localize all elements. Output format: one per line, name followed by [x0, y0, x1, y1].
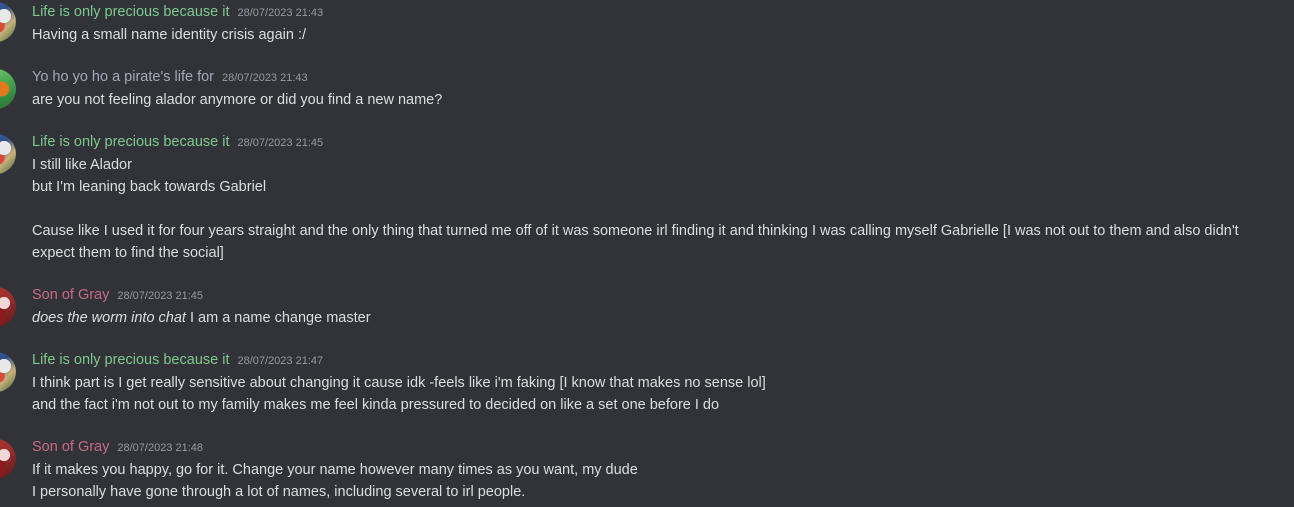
message-header: Life is only precious because it 28/07/2… [32, 4, 323, 20]
message-text: I think part is I get really sensitive a… [32, 375, 766, 391]
message-text: are you not feeling alador anymore or di… [32, 92, 443, 108]
avatar[interactable] [0, 287, 16, 327]
message-text: If it makes you happy, go for it. Change… [32, 462, 638, 478]
author-name[interactable]: Life is only precious because it [32, 4, 229, 20]
timestamp: 28/07/2023 21:43 [237, 7, 324, 19]
message-text: Having a small name identity crisis agai… [32, 27, 307, 43]
avatar[interactable] [0, 439, 16, 479]
author-name[interactable]: Son of Gray [32, 287, 109, 303]
timestamp: 28/07/2023 21:48 [117, 442, 204, 454]
avatar[interactable] [0, 69, 16, 109]
chat-messages: Life is only precious because it 28/07/2… [0, 0, 1294, 507]
author-name[interactable]: Life is only precious because it [32, 134, 229, 150]
timestamp: 28/07/2023 21:43 [222, 72, 308, 84]
author-name[interactable]: Yo ho yo ho a pirate's life for [32, 69, 214, 85]
message-text: but I'm leaning back towards Gabriel [32, 179, 267, 195]
avatar[interactable] [0, 2, 16, 42]
message-text: and the fact i'm not out to my family ma… [32, 397, 720, 413]
message-text: Cause like I used it for four years stra… [32, 223, 1239, 261]
message-text: I still like Alador [32, 157, 132, 173]
timestamp: 28/07/2023 21:45 [237, 137, 324, 149]
message-header: Life is only precious because it 28/07/2… [32, 352, 323, 368]
italic-text: does the worm into chat [32, 310, 186, 326]
avatar[interactable] [0, 352, 16, 392]
message-header: Life is only precious because it 28/07/2… [32, 134, 323, 150]
message-header: Son of Gray 28/07/2023 21:45 [32, 287, 203, 303]
timestamp: 28/07/2023 21:45 [117, 290, 204, 302]
message-header: Son of Gray 28/07/2023 21:48 [32, 439, 203, 455]
avatar[interactable] [0, 134, 16, 174]
author-name[interactable]: Son of Gray [32, 439, 109, 455]
message-text: I personally have gone through a lot of … [32, 484, 526, 500]
author-name[interactable]: Life is only precious because it [32, 352, 229, 368]
message-text-rest: I am a name change master [185, 310, 371, 326]
message-text: does the worm into chat I am a name chan… [32, 307, 1254, 329]
message-header: Yo ho yo ho a pirate's life for 28/07/20… [32, 69, 308, 85]
timestamp: 28/07/2023 21:47 [237, 355, 324, 367]
